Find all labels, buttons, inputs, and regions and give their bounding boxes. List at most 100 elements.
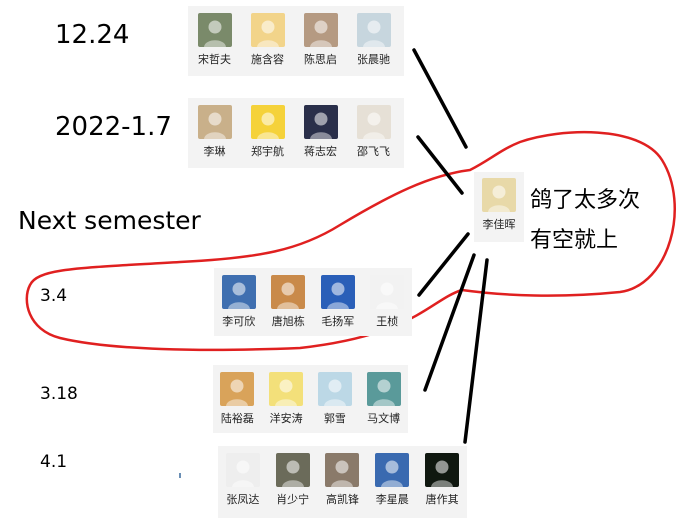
note-line-2: 有空就上	[530, 228, 619, 253]
date-label-2022: 2022-1.7	[55, 112, 172, 142]
cat-icon	[303, 13, 338, 47]
user-item[interactable]: 陆裕磊	[213, 365, 262, 433]
dog-hat-icon	[220, 372, 255, 406]
user-item[interactable]: 李琳	[188, 98, 241, 168]
user-name: 陈思启	[304, 53, 337, 66]
building-icon	[356, 13, 391, 47]
user-item[interactable]: 郭雪	[311, 365, 360, 433]
sky-figure-icon	[221, 275, 256, 309]
user-name: 高凯锋	[325, 493, 359, 506]
user-item[interactable]: 邵飞飞	[347, 98, 400, 168]
group-2022: 李琳 郑宇航 蒋志宏 邵飞飞	[188, 98, 404, 168]
user-name: 王桢	[376, 315, 399, 328]
group-1224: 宋哲夫 施含容 陈思启 张晨驰	[188, 6, 404, 76]
doodle-face-icon	[370, 275, 405, 309]
minion-icon	[269, 372, 304, 406]
user-avatar	[250, 13, 285, 47]
user-name: 唐旭栋	[271, 315, 305, 328]
user-avatar	[325, 453, 360, 487]
date-label-1224: 12.24	[55, 20, 130, 50]
user-name: 洋安涛	[269, 412, 303, 425]
group-41: 张凤达 肖少宁 高凯锋 李星晨 唐作其	[218, 446, 467, 518]
green-dino-icon	[482, 178, 516, 212]
user-avatar	[271, 275, 306, 309]
fox-icon	[325, 453, 360, 487]
user-name: 马文博	[367, 412, 401, 425]
user-name: 李琳	[203, 145, 226, 158]
connector-34	[417, 232, 470, 297]
pikachu-icon	[250, 105, 285, 139]
runner-icon	[275, 453, 310, 487]
user-item[interactable]: 李星晨	[367, 446, 417, 518]
user-name: 施含容	[251, 53, 284, 66]
center-avatar	[482, 178, 516, 212]
user-item[interactable]: 宋哲夫	[188, 6, 241, 76]
note-line-1: 鸽了太多次	[530, 188, 641, 213]
connector-318	[423, 253, 476, 392]
user-avatar	[303, 13, 338, 47]
stray-dot	[179, 473, 181, 478]
user-name: 陆裕磊	[220, 412, 254, 425]
user-name: 宋哲夫	[198, 53, 231, 66]
user-avatar	[250, 105, 285, 139]
portrait-man-icon	[197, 13, 232, 47]
boy-sketch-icon	[225, 453, 260, 487]
center-user-name: 李佳晖	[482, 218, 516, 231]
user-name: 蒋志宏	[304, 145, 337, 158]
connector-41	[463, 258, 489, 444]
sketch-face-icon	[356, 105, 391, 139]
user-avatar	[356, 105, 391, 139]
user-name: 郑宇航	[251, 145, 284, 158]
user-item[interactable]: 肖少宁	[268, 446, 318, 518]
warm-portrait-icon	[271, 275, 306, 309]
cartoon-face-icon	[375, 453, 410, 487]
user-item[interactable]: 陈思启	[294, 6, 347, 76]
user-name: 毛扬军	[321, 315, 355, 328]
user-name: 李星晨	[375, 493, 409, 506]
user-item[interactable]: 洋安涛	[262, 365, 311, 433]
user-avatar	[370, 275, 405, 309]
cartoon-kid-icon	[250, 13, 285, 47]
user-item[interactable]: 张晨驰	[347, 6, 400, 76]
user-avatar	[356, 13, 391, 47]
user-item[interactable]: 高凯锋	[318, 446, 368, 518]
user-avatar	[197, 13, 232, 47]
user-name: 郭雪	[323, 412, 346, 425]
date-label-34: 3.4	[40, 286, 68, 306]
user-item[interactable]: 施含容	[241, 6, 294, 76]
user-avatar	[303, 105, 338, 139]
user-avatar	[275, 453, 310, 487]
user-name: 张凤达	[226, 493, 260, 506]
center-user-card[interactable]: 李佳晖	[474, 172, 524, 242]
user-item[interactable]: 王桢	[363, 268, 413, 336]
user-avatar	[221, 275, 256, 309]
user-item[interactable]: 蒋志宏	[294, 98, 347, 168]
user-avatar	[366, 372, 401, 406]
connector-2022	[416, 135, 464, 195]
next-semester-label: Next semester	[18, 206, 201, 235]
cartoon-boy-icon	[197, 105, 232, 139]
ghost-icon	[303, 105, 338, 139]
user-name: 邵飞飞	[357, 145, 390, 158]
user-avatar	[317, 372, 352, 406]
user-item[interactable]: 毛扬军	[313, 268, 363, 336]
user-avatar	[269, 372, 304, 406]
date-label-318: 3.18	[40, 384, 78, 404]
user-item[interactable]: 郑宇航	[241, 98, 294, 168]
user-avatar	[320, 275, 355, 309]
user-avatar	[197, 105, 232, 139]
user-item[interactable]: 马文博	[359, 365, 408, 433]
date-label-41: 4.1	[40, 452, 68, 472]
user-item[interactable]: 李可欣	[214, 268, 264, 336]
group-34: 李可欣 唐旭栋 毛扬军 王桢	[214, 268, 412, 336]
user-item[interactable]: 张凤达	[218, 446, 268, 518]
user-avatar	[425, 453, 460, 487]
user-name: 肖少宁	[276, 493, 310, 506]
user-item[interactable]: 唐旭栋	[264, 268, 314, 336]
night-light-icon	[425, 453, 460, 487]
user-name: 李可欣	[222, 315, 256, 328]
user-item[interactable]: 唐作其	[417, 446, 467, 518]
user-name: 张晨驰	[357, 53, 390, 66]
user-avatar	[220, 372, 255, 406]
anime-girl-icon	[366, 372, 401, 406]
